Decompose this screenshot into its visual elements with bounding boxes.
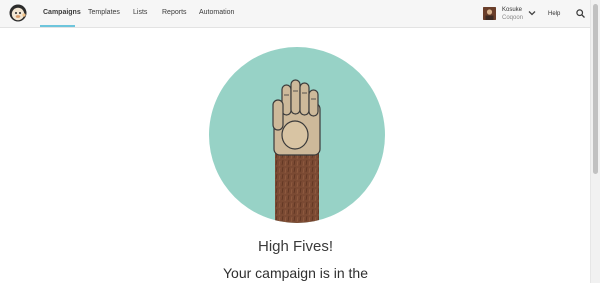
page-title: High Fives! [257, 238, 334, 255]
nav-campaigns[interactable]: Campaigns [43, 9, 81, 16]
vertical-scrollbar[interactable] [590, 0, 600, 283]
avatar[interactable] [483, 7, 496, 20]
user-org[interactable]: Coqoon [502, 15, 523, 21]
nav-templates[interactable]: Templates [88, 9, 120, 16]
top-navigation-bar: Campaigns Templates Lists Reports Automa… [0, 0, 591, 28]
user-name[interactable]: Kosuke [502, 7, 522, 13]
high-five-hand-illustration [209, 47, 385, 223]
nav-lists[interactable]: Lists [133, 9, 147, 16]
search-icon[interactable] [576, 9, 585, 18]
nav-automation[interactable]: Automation [199, 9, 234, 16]
mailchimp-logo-icon[interactable] [9, 4, 27, 22]
nav-reports[interactable]: Reports [162, 9, 187, 16]
page-subtitle: Your campaign is in the [222, 265, 369, 281]
scrollbar-thumb[interactable] [593, 4, 598, 174]
active-tab-indicator [40, 25, 75, 27]
help-link[interactable]: Help [548, 11, 560, 17]
chevron-down-icon[interactable] [528, 10, 536, 16]
